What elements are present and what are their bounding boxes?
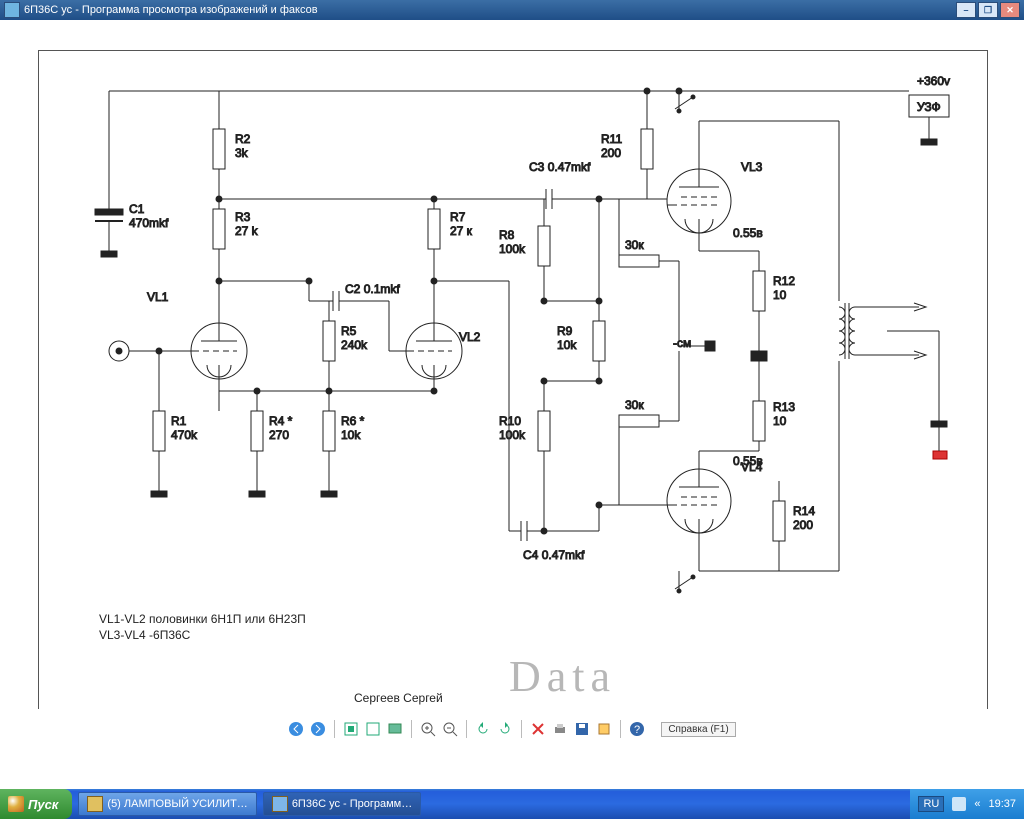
r1-val: 470k [171,428,198,442]
minimize-button[interactable]: – [956,2,976,18]
desktop: 6П36С ус - Программа просмотра изображен… [0,0,1024,819]
help-tooltip: Справка (F1) [661,722,735,737]
c1-val: 470mkf [129,216,169,230]
prev-icon[interactable] [288,721,304,737]
watermark: Data [509,651,616,702]
image-viewer-window: 6П36С ус - Программа просмотра изображен… [0,0,1024,789]
r3-name: R3 [235,210,251,224]
r10-name: R10 [499,414,521,428]
app-icon [4,2,20,18]
taskbar-item-browser[interactable]: (5) ЛАМПОВЫЙ УСИЛИТ… [78,792,256,816]
task1-label: (5) ЛАМПОВЫЙ УСИЛИТ… [107,798,247,810]
r11-name: R11 [601,132,622,146]
r7-val: 27 к [450,224,473,238]
maximize-button[interactable]: ❐ [978,2,998,18]
r14-val: 200 [793,518,813,532]
clock[interactable]: 19:37 [988,798,1016,810]
grid-res-top: 30к [625,238,644,252]
zoom-in-icon[interactable] [420,721,436,737]
viewer-toolbar: ? Справка (F1) [0,709,1024,749]
r3-val: 27 k [235,224,259,238]
c3-label: C3 0.47mkf [529,160,591,174]
r8-val: 100k [499,242,526,256]
c4-label: C4 0.47mkf [523,548,585,562]
titlebar[interactable]: 6П36С ус - Программа просмотра изображен… [0,0,1024,20]
uzf-label: УЗФ [917,100,941,114]
vl2-label: VL2 [459,330,481,344]
svg-text:?: ? [634,724,640,736]
notes-line1: VL1-VL2 половинки 6Н1П или 6Н23П [99,611,306,627]
start-button[interactable]: Пуск [0,789,72,819]
r1-name: R1 [171,414,187,428]
edit-icon[interactable] [596,721,612,737]
r6-val: 10k [341,428,361,442]
r11-val: 200 [601,146,621,160]
viewer-icon [272,796,288,812]
r12-val: 10 [773,288,787,302]
bias-label: -см [673,336,691,350]
r4-val: 270 [269,428,289,442]
schematic-notes: VL1-VL2 половинки 6Н1П или 6Н23П VL3-VL4… [99,611,306,643]
r12-name: R12 [773,274,795,288]
rotate-ccw-icon[interactable] [475,721,491,737]
c2-name: C2 0.1mkf [345,282,400,296]
r5-name: R5 [341,324,357,338]
separator [466,720,467,738]
system-tray: RU « 19:37 [910,789,1024,819]
supply-label: +360v [917,74,950,88]
fit-icon[interactable] [343,721,359,737]
zoom-out-icon[interactable] [442,721,458,737]
circuit-schematic: +360v УЗФ C1 470mkf R2 3k [38,50,988,726]
separator [521,720,522,738]
c1-name: C1 [129,202,145,216]
r4-name: R4 * [269,414,293,428]
separator [334,720,335,738]
start-label: Пуск [28,797,58,812]
taskbar: Пуск (5) ЛАМПОВЫЙ УСИЛИТ… 6П36С ус - Про… [0,789,1024,819]
print-icon[interactable] [552,721,568,737]
rotate-cw-icon[interactable] [497,721,513,737]
notes-line2: VL3-VL4 -6П36С [99,627,306,643]
task2-label: 6П36С ус - Программ… [292,798,412,810]
r10-val: 100k [499,428,526,442]
author-label: Сергеев Сергей [354,691,443,705]
r9-val: 10k [557,338,577,352]
delete-icon[interactable] [530,721,546,737]
browser-icon [87,796,103,812]
help-icon[interactable]: ? [629,721,645,737]
separator [411,720,412,738]
slideshow-icon[interactable] [387,721,403,737]
vl3-label: VL3 [741,160,763,174]
r14-name: R14 [793,504,815,518]
grid-res-bot: 30к [625,398,644,412]
r2-val: 3k [235,146,249,160]
vcath-top: 0.55в [733,226,763,240]
viewer-content: +360v УЗФ C1 470mkf R2 3k [0,20,1024,749]
tray-chevrons[interactable]: « [974,798,980,810]
separator [620,720,621,738]
r9-name: R9 [557,324,573,338]
vcath-bot: 0.55в [733,454,763,468]
r7-name: R7 [450,210,466,224]
r5-val: 240k [341,338,368,352]
vl1-label: VL1 [147,290,169,304]
r13-val: 10 [773,414,787,428]
actual-size-icon[interactable] [365,721,381,737]
windows-logo-icon [8,796,24,812]
next-icon[interactable] [310,721,326,737]
tray-icon[interactable] [952,797,966,811]
r8-name: R8 [499,228,515,242]
save-icon[interactable] [574,721,590,737]
taskbar-item-viewer[interactable]: 6П36С ус - Программ… [263,792,421,816]
r6-name: R6 * [341,414,365,428]
window-title: 6П36С ус - Программа просмотра изображен… [24,4,956,16]
language-indicator[interactable]: RU [918,796,944,812]
r13-name: R13 [773,400,795,414]
r2-name: R2 [235,132,251,146]
close-button[interactable]: ✕ [1000,2,1020,18]
